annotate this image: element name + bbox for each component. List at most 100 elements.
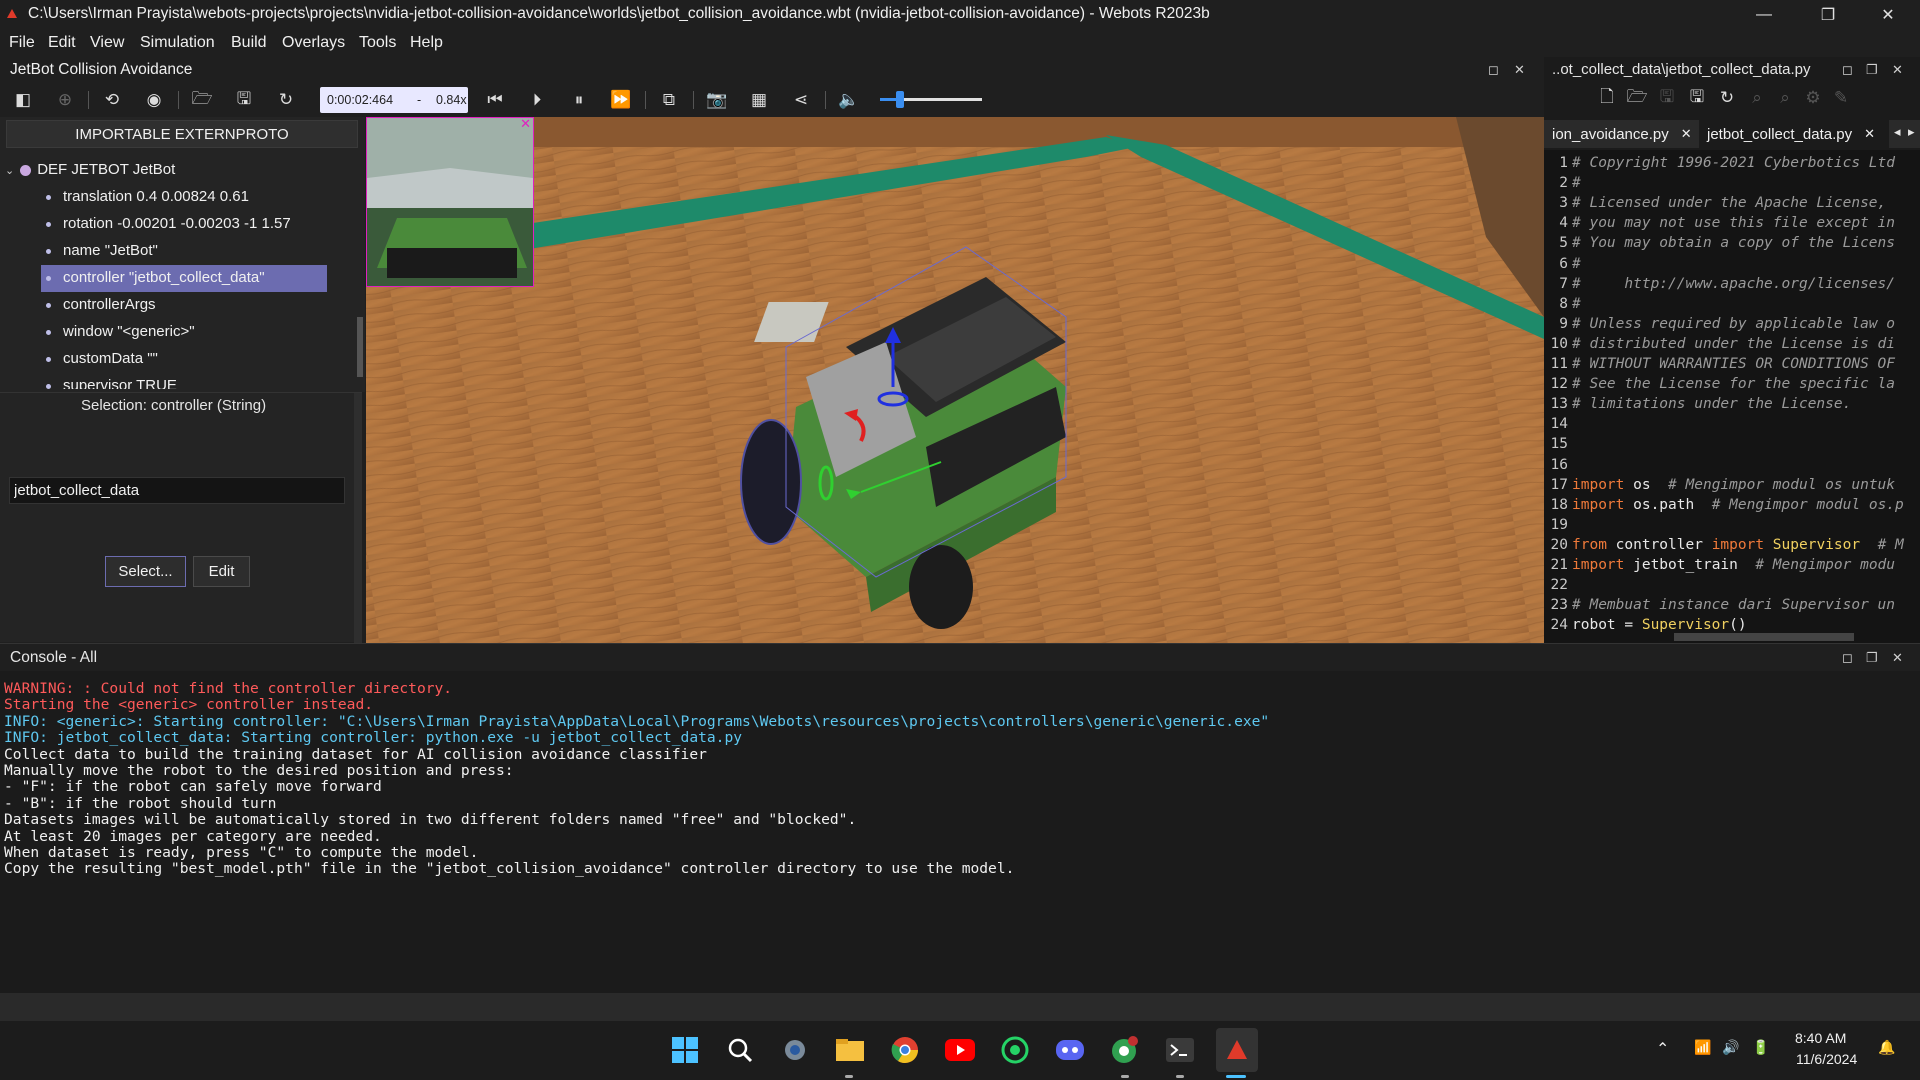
battery-icon[interactable]: 🔋 bbox=[1752, 1039, 1769, 1056]
edit-button[interactable]: Edit bbox=[193, 556, 250, 587]
console-close-icon[interactable]: ✕ bbox=[1892, 650, 1903, 666]
code-line[interactable]: 8 # bbox=[1544, 296, 1580, 316]
record-movie-icon[interactable]: ▦ bbox=[748, 89, 770, 111]
volume-slider[interactable] bbox=[880, 91, 982, 108]
speaker-icon[interactable]: 🔊 bbox=[1722, 1039, 1739, 1056]
menu-tools[interactable]: Tools bbox=[359, 34, 396, 52]
code-line[interactable]: 14 bbox=[1544, 416, 1572, 436]
code-line[interactable]: 6 # bbox=[1544, 256, 1580, 276]
whatsapp-icon[interactable] bbox=[998, 1033, 1032, 1067]
notification-bell-icon[interactable]: 🔔 bbox=[1878, 1039, 1895, 1056]
search-icon[interactable] bbox=[723, 1033, 757, 1067]
volume-icon[interactable]: 🔈 bbox=[838, 89, 860, 111]
editor-dock-close-icon[interactable]: ✕ bbox=[1892, 62, 1903, 78]
code-line[interactable]: 17 import os # Mengimpor modul os untuk bbox=[1544, 477, 1896, 497]
reload-world-icon[interactable]: ↻ bbox=[275, 89, 297, 111]
code-line[interactable]: 19 bbox=[1544, 517, 1572, 537]
code-line[interactable]: 20 from controller import Supervisor # M bbox=[1544, 537, 1904, 557]
toggle-rendering-icon[interactable]: ⧉ bbox=[658, 89, 680, 111]
maximize-button[interactable]: ❐ bbox=[1800, 0, 1856, 29]
menu-view[interactable]: View bbox=[90, 34, 124, 52]
reset-view-icon[interactable]: ⟲ bbox=[101, 89, 123, 111]
3d-viewport[interactable]: ✕ bbox=[366, 117, 1544, 643]
tree-field-customdata[interactable]: customData "" bbox=[46, 350, 158, 367]
toggle-scene-tree-icon[interactable]: ◧ bbox=[12, 89, 34, 111]
tree-field-name[interactable]: name "JetBot" bbox=[46, 242, 158, 259]
tray-chevron-up-icon[interactable]: ⌃ bbox=[1656, 1039, 1669, 1059]
find-icon[interactable]: ⌕ bbox=[1746, 87, 1768, 109]
tree-field-window[interactable]: window "<generic>" bbox=[46, 323, 195, 340]
code-line[interactable]: 11 # WITHOUT WARRANTIES OR CONDITIONS OF bbox=[1544, 356, 1895, 376]
tab-close-icon[interactable]: ✕ bbox=[1681, 126, 1692, 142]
code-line[interactable]: 18 import os.path # Mengimpor modul os.p bbox=[1544, 497, 1904, 517]
console-float-icon[interactable]: ◻ bbox=[1842, 650, 1853, 666]
terminal-icon[interactable] bbox=[1163, 1033, 1197, 1067]
minimize-button[interactable]: — bbox=[1736, 0, 1792, 29]
dock-close-icon[interactable]: ✕ bbox=[1514, 62, 1525, 78]
close-window-button[interactable]: ✕ bbox=[1860, 0, 1916, 29]
code-line[interactable]: 23 # Membuat instance dari Supervisor un bbox=[1544, 597, 1895, 617]
chevron-down-icon[interactable]: ⌄ bbox=[5, 165, 14, 177]
menu-help[interactable]: Help bbox=[410, 34, 443, 52]
pause-icon[interactable]: ⏸ bbox=[568, 89, 590, 111]
field-editor-splitter[interactable] bbox=[354, 393, 362, 643]
replace-icon[interactable]: ⌕ bbox=[1774, 87, 1796, 109]
wifi-icon[interactable]: 📶 bbox=[1694, 1039, 1711, 1056]
camera-overlay[interactable]: ✕ bbox=[366, 117, 534, 287]
save-all-icon[interactable]: 🖫 bbox=[1686, 87, 1708, 109]
save-world-icon[interactable]: 🖫 bbox=[233, 89, 255, 111]
importable-externproto-button[interactable]: IMPORTABLE EXTERNPROTO bbox=[6, 120, 358, 148]
reset-simulation-icon[interactable]: ⏮ bbox=[484, 89, 506, 111]
code-line[interactable]: 7 # http://www.apache.org/licenses/ bbox=[1544, 276, 1895, 296]
code-line[interactable]: 3 # Licensed under the Apache License, bbox=[1544, 195, 1886, 215]
new-file-icon[interactable]: 🗋 bbox=[1596, 87, 1618, 109]
menu-edit[interactable]: Edit bbox=[48, 34, 76, 52]
open-world-icon[interactable]: 🗁 bbox=[191, 89, 213, 111]
menu-overlays[interactable]: Overlays bbox=[282, 34, 345, 52]
menu-simulation[interactable]: Simulation bbox=[140, 34, 215, 52]
fast-forward-icon[interactable]: ⏩ bbox=[610, 89, 632, 111]
code-horizontal-scrollbar[interactable] bbox=[1674, 633, 1854, 641]
code-line[interactable]: 15 bbox=[1544, 436, 1572, 456]
file-explorer-icon[interactable] bbox=[833, 1033, 867, 1067]
select-button[interactable]: Select... bbox=[105, 556, 186, 587]
editor-dock-restore-icon[interactable]: ❐ bbox=[1866, 62, 1878, 78]
open-file-icon[interactable]: 🗁 bbox=[1626, 87, 1648, 109]
menu-build[interactable]: Build bbox=[231, 34, 267, 52]
step-icon[interactable]: ⏵ bbox=[526, 89, 548, 111]
clean-icon[interactable]: ✎ bbox=[1830, 87, 1852, 109]
code-editor[interactable]: 1 # Copyright 1996-2021 Cyberbotics Ltd 2 #… bbox=[1544, 150, 1920, 643]
scene-tree-scrollbar[interactable] bbox=[357, 317, 363, 377]
share-icon[interactable]: ⋖ bbox=[790, 89, 812, 111]
code-line[interactable]: 5 # You may obtain a copy of the Licens bbox=[1544, 235, 1895, 255]
start-icon[interactable] bbox=[668, 1033, 702, 1067]
tree-field-controller[interactable]: controller "jetbot_collect_data" bbox=[46, 269, 265, 286]
tree-field-translation[interactable]: translation 0.4 0.00824 0.61 bbox=[46, 188, 249, 205]
revert-file-icon[interactable]: ↻ bbox=[1716, 87, 1738, 109]
discord-icon[interactable] bbox=[1053, 1033, 1087, 1067]
chrome-icon[interactable] bbox=[888, 1033, 922, 1067]
camera-close-icon[interactable]: ✕ bbox=[520, 117, 531, 132]
chrome-profile-icon[interactable] bbox=[1108, 1033, 1142, 1067]
code-line[interactable]: 13 # limitations under the License. bbox=[1544, 396, 1852, 416]
screenshot-icon[interactable]: 📷 bbox=[706, 89, 728, 111]
code-line[interactable]: 16 bbox=[1544, 457, 1572, 477]
code-line[interactable]: 9 # Unless required by applicable law o bbox=[1544, 316, 1895, 336]
add-node-icon[interactable]: ⊕ bbox=[54, 89, 76, 111]
tree-root-node[interactable]: ⌄ DEF JETBOT JetBot bbox=[5, 161, 175, 178]
tree-field-rotation[interactable]: rotation -0.00201 -0.00203 -1 1.57 bbox=[46, 215, 291, 232]
code-line[interactable]: 21 import jetbot_train # Mengimpor modu bbox=[1544, 557, 1896, 577]
youtube-icon[interactable] bbox=[943, 1033, 977, 1067]
tab-scroll-right-icon[interactable]: ▸ bbox=[1908, 124, 1915, 140]
editor-dock-float-icon[interactable]: ◻ bbox=[1842, 62, 1853, 78]
tab-scroll-left-icon[interactable]: ◂ bbox=[1894, 124, 1901, 140]
code-line[interactable]: 4 # you may not use this file except in bbox=[1544, 215, 1895, 235]
clock-date[interactable]: 11/6/2024 bbox=[1796, 1051, 1857, 1067]
volume-handle[interactable] bbox=[896, 91, 905, 108]
code-line[interactable]: 2 # bbox=[1544, 175, 1580, 195]
controller-value-input[interactable] bbox=[9, 477, 345, 504]
code-line[interactable]: 22 bbox=[1544, 577, 1572, 597]
tab-jetbot-collect-data[interactable]: jetbot_collect_data.py ✕ bbox=[1699, 120, 1889, 148]
clock-time[interactable]: 8:40 AM bbox=[1795, 1030, 1846, 1046]
tree-field-controllerargs[interactable]: controllerArgs bbox=[46, 296, 156, 313]
